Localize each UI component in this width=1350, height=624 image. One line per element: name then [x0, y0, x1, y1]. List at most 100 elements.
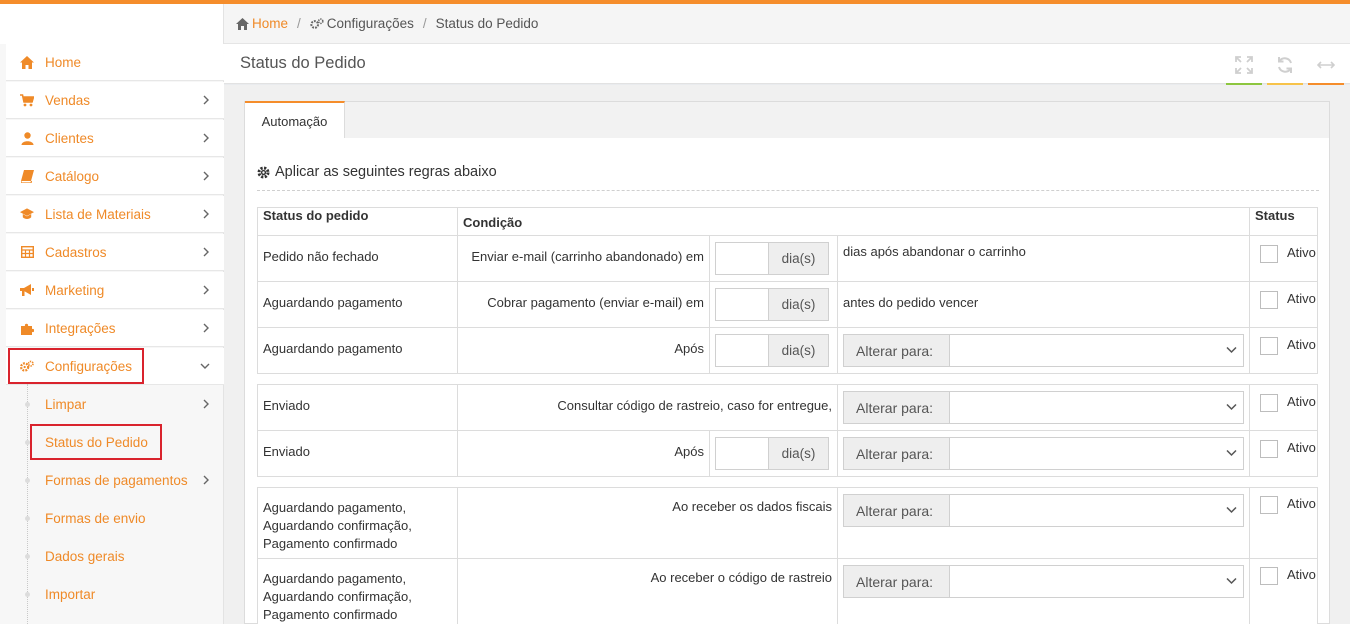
submenu-item-label: Formas de envio	[45, 510, 146, 526]
row-status: Enviado	[257, 384, 458, 431]
sidebar-item-integracoes[interactable]: Integrações	[6, 310, 224, 347]
header-condition: Condição	[457, 207, 1250, 236]
section-divider	[257, 190, 1319, 191]
gears-icon	[310, 17, 324, 29]
chevron-right-icon	[203, 475, 209, 485]
chevron-right-icon	[203, 171, 209, 181]
days-input[interactable]	[716, 438, 769, 469]
status-dropdown[interactable]	[950, 495, 1243, 526]
chevron-right-icon	[203, 95, 209, 105]
home-icon	[236, 17, 249, 30]
days-addon: dia(s)	[769, 438, 828, 469]
row-condition: Ao receber o código de rastreio	[457, 558, 838, 624]
chevron-right-icon	[203, 399, 209, 409]
table-row: Aguardando pagamento Após dia(s) Alterar…	[257, 327, 1318, 374]
days-input-group: dia(s)	[715, 242, 829, 275]
submenu-item-importar[interactable]: Importar	[6, 575, 224, 613]
chevron-down-icon	[1226, 506, 1237, 514]
row-condition: Cobrar pagamento (enviar e-mail) em	[457, 281, 710, 328]
sidebar-item-label: Home	[45, 54, 82, 70]
rules-table: Status do pedido Condição Status Pedido …	[257, 207, 1318, 624]
status-select[interactable]: Alterar para:	[843, 334, 1244, 367]
status-select[interactable]: Alterar para:	[843, 391, 1244, 424]
status-dropdown[interactable]	[950, 335, 1243, 366]
refresh-button[interactable]	[1267, 56, 1303, 86]
ativo-label: Ativo	[1287, 337, 1316, 352]
sidebar-item-marketing[interactable]: Marketing	[6, 272, 224, 309]
days-addon: dia(s)	[769, 243, 828, 274]
submenu-item-label: Formas de pagamentos	[45, 472, 188, 488]
chevron-down-icon	[1226, 577, 1237, 585]
days-addon: dia(s)	[769, 289, 828, 320]
submenu-item-formas-de-envio[interactable]: Formas de envio	[6, 499, 224, 537]
main-content: Automação Aplicar as seguintes regras ab…	[224, 85, 1350, 624]
sidebar-item-clientes[interactable]: Clientes	[6, 120, 224, 157]
table-row: Aguardando pagamento, Aguardando confirm…	[257, 558, 1318, 624]
row-status: Pedido não fechado	[257, 235, 458, 282]
sidebar-item-cadastros[interactable]: Cadastros	[6, 234, 224, 271]
days-input[interactable]	[716, 289, 769, 320]
submenu-item-formas-de-pagamentos[interactable]: Formas de pagamentos	[6, 461, 224, 499]
ativo-checkbox[interactable]	[1260, 394, 1278, 412]
alter-to-label: Alterar para:	[844, 392, 950, 423]
ativo-checkbox[interactable]	[1260, 245, 1278, 263]
submenu-item-limpar[interactable]: Limpar	[6, 385, 224, 423]
row-condition: Enviar e-mail (carrinho abandonado) em	[457, 235, 710, 282]
page-header: Status do Pedido	[224, 44, 1350, 86]
sidebar-item-label: Cadastros	[45, 244, 107, 260]
days-input-group: dia(s)	[715, 288, 829, 321]
highlight-status-do-pedido	[30, 424, 162, 460]
fullscreen-button[interactable]	[1226, 56, 1262, 86]
ativo-label: Ativo	[1287, 245, 1316, 260]
ativo-checkbox[interactable]	[1260, 567, 1278, 585]
ativo-checkbox[interactable]	[1260, 291, 1278, 309]
breadcrumb-separator: /	[422, 16, 427, 31]
puzzle-icon	[20, 321, 34, 335]
table-spacer	[257, 476, 1318, 488]
breadcrumb-config-link[interactable]: Configurações	[327, 16, 414, 31]
table-row: Pedido não fechado Enviar e-mail (carrin…	[257, 235, 1318, 282]
days-input-group: dia(s)	[715, 437, 829, 470]
status-select[interactable]: Alterar para:	[843, 437, 1244, 470]
row-status: Enviado	[257, 430, 458, 477]
sidebar-item-catalogo[interactable]: Catálogo	[6, 158, 224, 195]
sidebar-item-home[interactable]: Home	[6, 44, 224, 81]
days-input[interactable]	[716, 335, 769, 366]
tab-automacao[interactable]: Automação	[245, 101, 345, 139]
ativo-checkbox[interactable]	[1260, 496, 1278, 514]
row-condition: Ao receber os dados fiscais	[457, 487, 838, 559]
ativo-label: Ativo	[1287, 567, 1316, 582]
header-ativo: Status	[1249, 207, 1318, 236]
ativo-checkbox[interactable]	[1260, 337, 1278, 355]
chevron-down-icon	[200, 363, 210, 369]
ativo-checkbox[interactable]	[1260, 440, 1278, 458]
days-input[interactable]	[716, 243, 769, 274]
chevron-down-icon	[1226, 346, 1237, 354]
table-row: Aguardando pagamento Cobrar pagamento (e…	[257, 281, 1318, 328]
chevron-right-icon	[203, 133, 209, 143]
book-icon	[20, 169, 34, 183]
status-dropdown[interactable]	[950, 392, 1243, 423]
chevron-down-icon	[1226, 403, 1237, 411]
chevron-right-icon	[203, 209, 209, 219]
submenu-item-label: Dados gerais	[45, 548, 125, 564]
sidebar-item-vendas[interactable]: Vendas	[6, 82, 224, 119]
chevron-right-icon	[203, 323, 209, 333]
breadcrumb-home-link[interactable]: Home	[252, 16, 288, 31]
sidebar-item-label: Integrações	[45, 320, 116, 336]
status-select[interactable]: Alterar para:	[843, 565, 1244, 598]
user-icon	[20, 131, 34, 145]
status-dropdown[interactable]	[950, 566, 1243, 597]
sidebar-item-lista-de-materiais[interactable]: Lista de Materiais	[6, 196, 224, 233]
submenu-item-label: Importar	[45, 586, 96, 602]
status-dropdown[interactable]	[950, 438, 1243, 469]
tab-bar: Automação	[244, 101, 1330, 139]
row-status: Aguardando pagamento	[257, 327, 458, 374]
breadcrumb-current: Status do Pedido	[435, 16, 539, 31]
submenu-item-dados-gerais[interactable]: Dados gerais	[6, 537, 224, 575]
table-row: Enviado Após dia(s) Alterar para: Ativo	[257, 430, 1318, 477]
ativo-label: Ativo	[1287, 394, 1316, 409]
refresh-icon	[1278, 57, 1292, 73]
collapse-width-button[interactable]	[1308, 56, 1344, 86]
status-select[interactable]: Alterar para:	[843, 494, 1244, 527]
